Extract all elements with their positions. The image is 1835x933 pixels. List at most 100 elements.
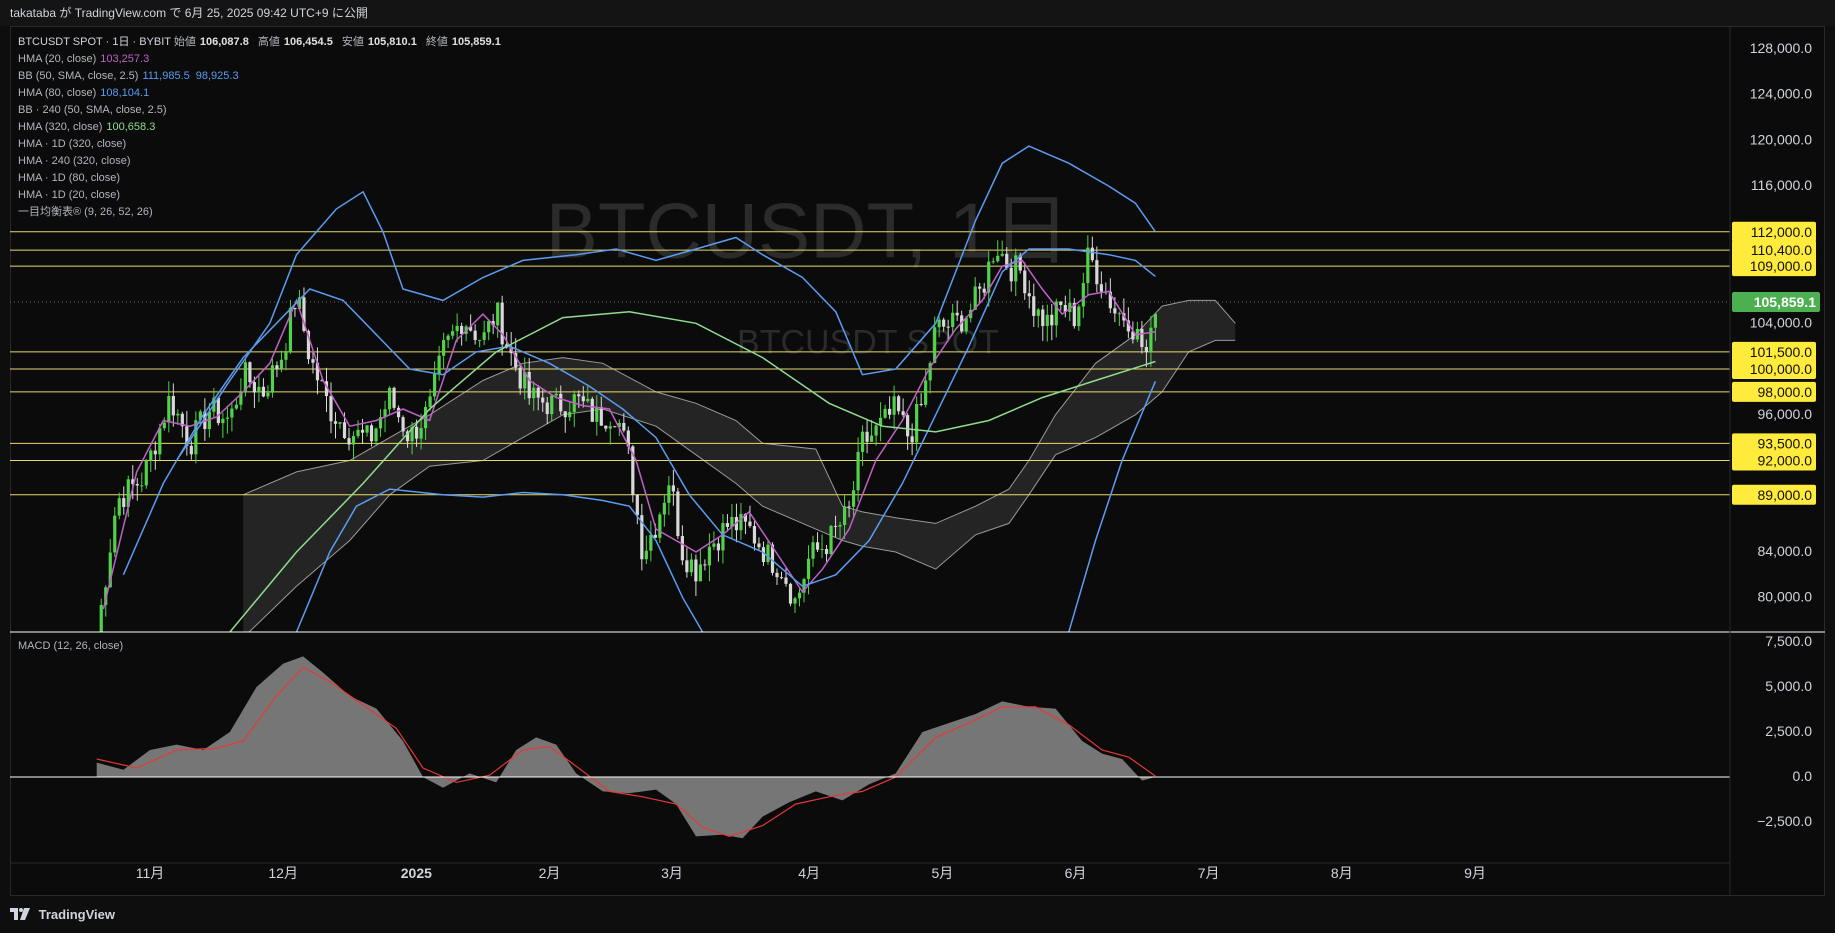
candle-body [1000, 253, 1004, 256]
level-tag-label: 93,500.0 [1758, 435, 1813, 451]
candle-body [135, 484, 139, 486]
candle-body [451, 331, 455, 336]
time-axis-label: 4月 [798, 865, 820, 881]
candle-body [536, 387, 540, 398]
price-axis-label: 84,000.0 [1758, 543, 1813, 559]
indicator-name: 一目均衡表® (9, 26, 52, 26) [18, 206, 153, 218]
candle-body [333, 421, 338, 424]
level-tag-label: 110,400.0 [1751, 242, 1812, 258]
candle-body [171, 395, 175, 416]
price-axis-label: 116,000.0 [1751, 177, 1812, 193]
candle-body [487, 321, 491, 333]
candle-body [347, 438, 351, 445]
candle-body [991, 261, 995, 263]
candle-body [482, 332, 486, 340]
candle-body [775, 572, 779, 578]
candle-body [779, 577, 784, 579]
candle-body [442, 340, 446, 356]
time-axis-label: 2月 [539, 865, 561, 881]
candle-body [261, 386, 266, 397]
indicator-name: BB (50, SMA, close, 2.5) [18, 70, 139, 82]
time-axis-label: 7月 [1198, 865, 1220, 881]
candle-body [1149, 327, 1153, 352]
level-tag-label: 92,000.0 [1758, 452, 1813, 468]
candle-body [860, 431, 865, 452]
candle-body [230, 408, 234, 418]
candle-body [883, 408, 887, 418]
indicator-row[interactable]: HMA · 240 (320, close) [18, 153, 507, 170]
time-axis-label: 8月 [1331, 865, 1353, 881]
price-axis-label: 128,000.0 [1750, 40, 1812, 56]
candle-body [1090, 247, 1094, 261]
indicator-row[interactable]: HMA (80, close) 108,104.1 [18, 85, 507, 102]
candle-body [478, 339, 482, 341]
candle-body [446, 335, 450, 341]
price-axis-label: 120,000.0 [1750, 131, 1812, 147]
candle-body [604, 425, 608, 429]
candle-body [820, 548, 824, 550]
watermark-title: BTCUSDT, 1日 [546, 187, 1070, 275]
indicator-row[interactable]: HMA (20, close) 103,257.3 [18, 51, 507, 68]
candle-body [248, 362, 252, 383]
tradingview-logo-text: TradingView [38, 907, 115, 922]
legend-symbol-row[interactable]: BTCUSDT SPOT · 1日 · BYBIT 始値 106,087.8 高値… [18, 34, 507, 51]
indicator-row[interactable]: HMA · 1D (80, close) [18, 170, 507, 187]
candle-body [662, 502, 666, 515]
candle-body [158, 428, 162, 455]
candle-body [1117, 313, 1121, 315]
macd-axis-label: −2,500.0 [1757, 813, 1812, 829]
candle-body [414, 426, 419, 439]
candle-body [117, 498, 121, 516]
level-tag-label: 101,500.0 [1750, 344, 1812, 360]
indicator-row[interactable]: 一目均衡表® (9, 26, 52, 26) [18, 204, 507, 221]
candle-body [793, 598, 797, 604]
level-tag-label: 89,000.0 [1758, 487, 1813, 503]
candle-body [563, 411, 567, 418]
candle-body [396, 407, 401, 418]
candle-body [1086, 247, 1090, 284]
candle-body [577, 394, 581, 397]
candle-body [815, 542, 820, 550]
candle-body [955, 312, 959, 316]
candle-body [140, 485, 144, 487]
legend-panel: BTCUSDT SPOT · 1日 · BYBIT 始値 106,087.8 高値… [18, 34, 507, 221]
candle-body [946, 326, 950, 328]
candle-body [811, 542, 815, 559]
candle-body [694, 559, 698, 582]
time-axis-label: 11月 [136, 865, 165, 881]
candle-body [216, 397, 220, 424]
tradingview-logo[interactable]: TradingView [10, 907, 115, 922]
price-axis-label: 104,000.0 [1750, 314, 1812, 330]
candle-body [942, 319, 946, 327]
candle-body [676, 491, 680, 537]
candle-body [270, 365, 275, 393]
indicator-value: 100,658.3 [106, 121, 156, 133]
candle-body [698, 564, 702, 582]
candle-body [1113, 308, 1117, 314]
candle-body [1081, 283, 1085, 307]
macd-axis-label: 0.0 [1793, 768, 1813, 784]
candle-body [1009, 267, 1013, 282]
candle-body [496, 302, 500, 326]
candle-body [460, 325, 464, 334]
candle-body [901, 411, 905, 416]
time-axis-label: 9月 [1464, 865, 1486, 881]
candle-body [599, 407, 603, 426]
candle-body [937, 319, 941, 328]
candle-body [369, 425, 374, 442]
candle-body [784, 577, 788, 584]
candle-body [257, 386, 261, 393]
candle-body [532, 387, 536, 399]
candle-body [833, 525, 838, 527]
candle-body [311, 359, 315, 363]
indicator-row[interactable]: HMA · 1D (320, close) [18, 136, 507, 153]
candle-body [473, 330, 477, 341]
indicator-row[interactable]: HMA · 1D (20, close) [18, 187, 507, 204]
indicator-row[interactable]: BB (50, SMA, close, 2.5) 111,985.5 98,925.… [18, 68, 507, 85]
candle-body [401, 417, 405, 432]
indicator-row[interactable]: BB · 240 (50, SMA, close, 2.5) [18, 102, 507, 119]
ohlc-label: 高値 [254, 36, 280, 48]
candle-body [712, 543, 716, 547]
indicator-row[interactable]: HMA (320, close) 100,658.3 [18, 119, 507, 136]
candle-body [225, 417, 229, 419]
